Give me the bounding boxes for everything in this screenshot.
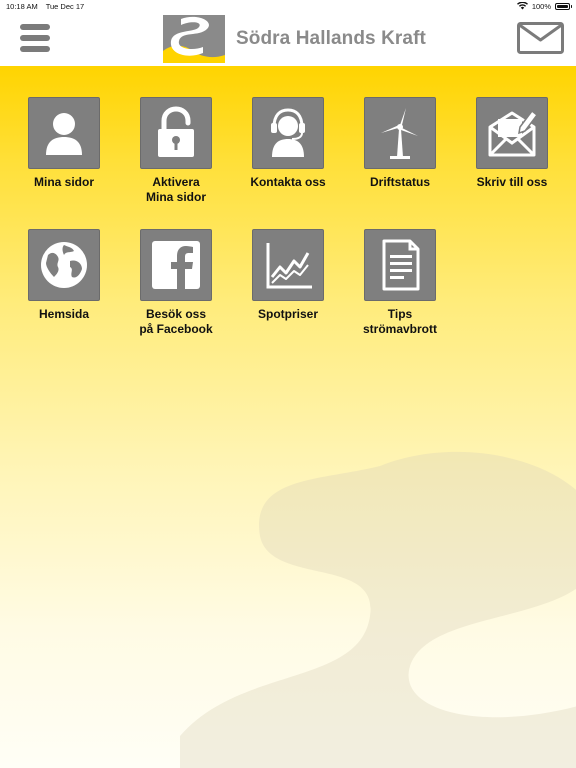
status-time: 10:18 AM (6, 1, 38, 11)
tile-label: Besök oss på Facebook (139, 307, 213, 336)
document-icon (382, 239, 420, 291)
battery-icon (555, 2, 572, 10)
tile-label: Skriv till oss (476, 175, 548, 189)
tile-icon-box (364, 229, 436, 301)
main-content: Mina sidor Aktivera Mina sidor Kontakta (0, 66, 576, 768)
tile-label: Hemsida (38, 307, 90, 321)
headset-icon (271, 108, 305, 157)
globe-icon (41, 242, 87, 288)
tile-icon-box (252, 229, 324, 301)
tile-hemsida[interactable]: Hemsida (14, 229, 114, 322)
tile-label: Spotpriser (257, 307, 318, 321)
hamburger-icon-bar (20, 46, 50, 52)
tile-label: Tips strömavbrott (362, 307, 437, 336)
mail-button[interactable] (517, 22, 564, 54)
tile-label: Kontakta oss (250, 175, 326, 189)
brand-logo: Södra Hallands Kraft (163, 15, 426, 63)
hamburger-icon-bar (20, 24, 50, 30)
app-header: Södra Hallands Kraft (0, 12, 576, 66)
status-date: Tue Dec 17 (45, 1, 85, 11)
tile-kontakta-oss[interactable]: Kontakta oss (238, 97, 338, 190)
watermark-s-logo (180, 452, 576, 768)
tile-icon-box (140, 229, 212, 301)
chart-icon (266, 243, 312, 289)
unlock-icon (158, 106, 194, 157)
envelope-icon (517, 22, 564, 54)
wifi-icon (516, 2, 528, 10)
tile-icon-box (476, 97, 548, 169)
battery-percent: 100% (531, 1, 551, 11)
menu-button[interactable] (20, 23, 50, 53)
logo-s-icon (163, 15, 225, 63)
tile-spotpriser[interactable]: Spotpriser (238, 229, 338, 322)
tile-driftstatus[interactable]: Driftstatus (350, 97, 450, 190)
tile-label: Aktivera Mina sidor (145, 175, 206, 204)
tile-icon-box (28, 97, 100, 169)
facebook-icon (152, 241, 200, 289)
tile-icon-box (364, 97, 436, 169)
status-bar: 10:18 AM Tue Dec 17 100% (0, 0, 576, 12)
tile-mina-sidor[interactable]: Mina sidor (14, 97, 114, 190)
tile-skriv-till-oss[interactable]: Skriv till oss (462, 97, 562, 190)
tile-tips-stromavbrott[interactable]: Tips strömavbrott (350, 229, 450, 337)
wind-turbine-icon (381, 108, 418, 159)
tile-facebook[interactable]: Besök oss på Facebook (126, 229, 226, 337)
write-mail-icon (488, 109, 539, 157)
tile-icon-box (252, 97, 324, 169)
tile-icon-box (28, 229, 100, 301)
hamburger-icon-bar (20, 35, 50, 41)
status-right: 100% (516, 1, 572, 11)
tile-icon-box (140, 97, 212, 169)
tile-aktivera-mina-sidor[interactable]: Aktivera Mina sidor (126, 97, 226, 205)
user-icon (46, 113, 82, 155)
tile-label: Mina sidor (33, 175, 94, 189)
tile-label: Driftstatus (369, 175, 430, 189)
app-title: Södra Hallands Kraft (236, 28, 426, 49)
